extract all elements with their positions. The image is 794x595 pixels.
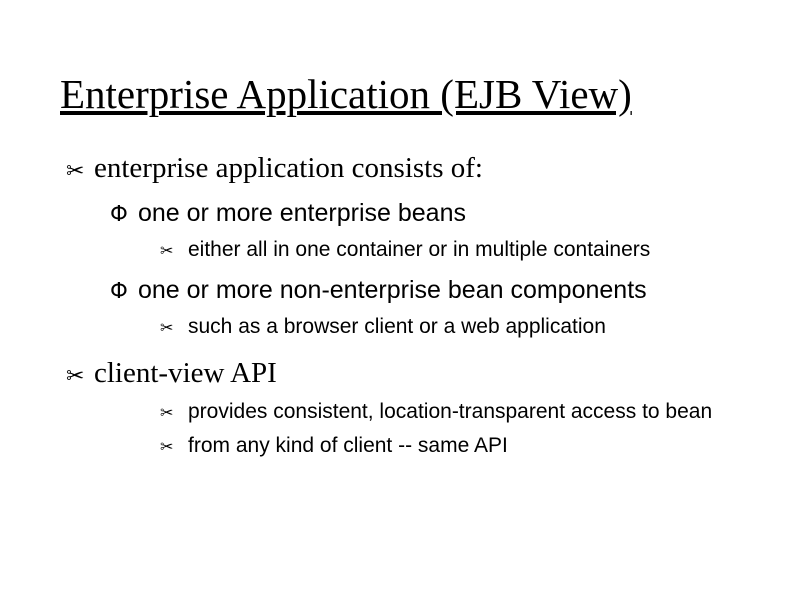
bullet-level1: ✂ enterprise application consists of: — [66, 152, 734, 185]
bullet-level3: ✂ from any kind of client -- same API — [160, 434, 734, 458]
bullet-level1: ✂ client-view API — [66, 357, 734, 390]
slide-title: Enterprise Application (EJB View) — [60, 70, 734, 118]
bullet-level3: ✂ such as a browser client or a web appl… — [160, 315, 734, 339]
bullet-text: enterprise application consists of: — [94, 152, 734, 185]
tilde-icon: Փ — [110, 199, 138, 227]
bullet-text: one or more non-enterprise bean componen… — [138, 276, 734, 305]
slide: Enterprise Application (EJB View) ✂ ente… — [0, 0, 794, 502]
bullet-text: either all in one container or in multip… — [188, 238, 734, 262]
bullet-text: provides consistent, location-transparen… — [188, 400, 734, 424]
bullet-text: such as a browser client or a web applic… — [188, 315, 734, 339]
scissors-icon: ✂ — [160, 400, 188, 423]
bullet-text: client-view API — [94, 357, 734, 390]
bullet-level2: Փ one or more enterprise beans — [110, 199, 734, 228]
scissors-icon: ✂ — [66, 357, 94, 389]
bullet-text: one or more enterprise beans — [138, 199, 734, 228]
bullet-level2: Փ one or more non-enterprise bean compon… — [110, 276, 734, 305]
scissors-icon: ✂ — [66, 152, 94, 184]
tilde-icon: Փ — [110, 276, 138, 304]
scissors-icon: ✂ — [160, 315, 188, 338]
bullet-level3: ✂ provides consistent, location-transpar… — [160, 400, 734, 424]
bullet-text: from any kind of client -- same API — [188, 434, 734, 458]
scissors-icon: ✂ — [160, 434, 188, 457]
bullet-level3: ✂ either all in one container or in mult… — [160, 238, 734, 262]
scissors-icon: ✂ — [160, 238, 188, 261]
